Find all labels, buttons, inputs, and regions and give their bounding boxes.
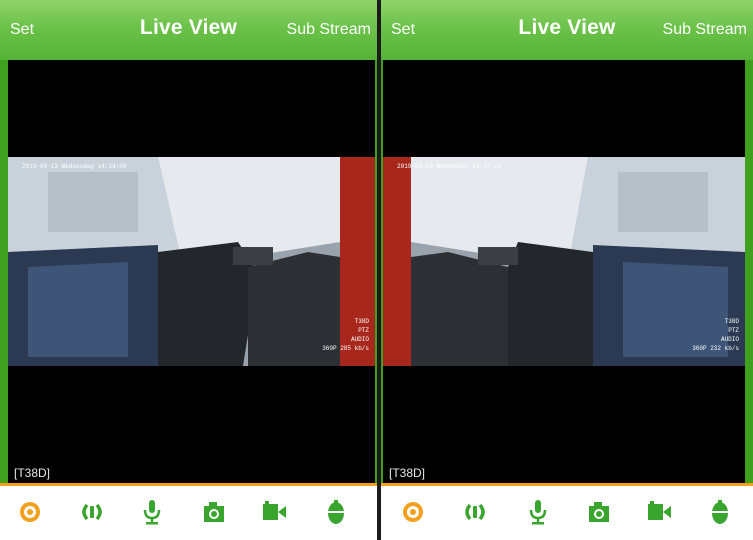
ptz-icon <box>20 502 40 522</box>
osd-ptz: PTZ <box>728 327 739 334</box>
microphone-button[interactable] <box>524 498 552 526</box>
camera-video-feed[interactable]: 2019-09-13 Wednesday 14:34:08 T38D PTZ A… <box>8 157 375 366</box>
ptz-icon <box>403 502 423 522</box>
channel-label: [T38D] <box>389 466 426 480</box>
osd-camera-name: T38D <box>355 318 370 325</box>
speaker-button[interactable] <box>461 498 489 526</box>
microphone-icon <box>143 500 161 525</box>
top-bar: Set Live View Sub Stream <box>381 0 753 60</box>
channel-label: [T38D] <box>14 466 51 480</box>
camera-video-feed[interactable]: 2019-09-13 Wednesday 14:37:21 T38D PTZ A… <box>383 157 745 366</box>
phone-panel-left: Set Live View Sub Stream 2019-09-13 Wedn… <box>0 0 377 540</box>
osd-timestamp: 2019-09-13 Wednesday 14:37:21 <box>397 163 502 170</box>
live-view-screen[interactable]: 2019-09-13 Wednesday 14:34:08 T38D PTZ A… <box>8 60 375 486</box>
osd-camera-name: T38D <box>725 318 740 325</box>
ptz-button[interactable] <box>399 498 427 526</box>
top-bar: Set Live View Sub Stream <box>0 0 377 60</box>
hold-to-talk-button[interactable] <box>706 498 734 526</box>
microphone-button[interactable] <box>138 498 166 526</box>
sub-stream-button[interactable]: Sub Stream <box>663 21 747 39</box>
snapshot-button[interactable] <box>200 498 228 526</box>
snapshot-icon <box>589 502 609 522</box>
osd-ptz: PTZ <box>358 327 369 334</box>
record-button[interactable] <box>645 498 673 526</box>
speaker-button[interactable] <box>78 498 106 526</box>
hold-to-talk-button[interactable] <box>322 498 350 526</box>
osd-timestamp: 2019-09-13 Wednesday 14:34:08 <box>22 163 127 170</box>
app-root: Set Live View Sub Stream 2019-09-13 Wedn… <box>0 0 753 540</box>
record-icon <box>648 501 671 520</box>
control-toolbar <box>381 483 753 540</box>
hold-to-talk-icon <box>328 500 344 524</box>
record-icon <box>263 501 286 520</box>
live-view-screen[interactable]: 2019-09-13 Wednesday 14:37:21 T38D PTZ A… <box>383 60 745 486</box>
snapshot-icon <box>204 502 224 522</box>
osd-audio: AUDIO <box>351 336 369 343</box>
record-button[interactable] <box>260 498 288 526</box>
control-toolbar <box>0 483 377 540</box>
ptz-button[interactable] <box>16 498 44 526</box>
osd-audio: AUDIO <box>721 336 739 343</box>
phone-panel-right: Set Live View Sub Stream 2019-09-13 Wedn… <box>381 0 753 540</box>
snapshot-button[interactable] <box>585 498 613 526</box>
speaker-icon <box>82 503 102 521</box>
microphone-icon <box>529 500 547 525</box>
speaker-icon <box>465 503 485 521</box>
hold-to-talk-icon <box>712 500 728 524</box>
osd-bitrate: 360P 232 kb/s <box>692 345 739 352</box>
osd-bitrate: 360P 285 kb/s <box>322 345 369 352</box>
sub-stream-button[interactable]: Sub Stream <box>287 21 371 39</box>
